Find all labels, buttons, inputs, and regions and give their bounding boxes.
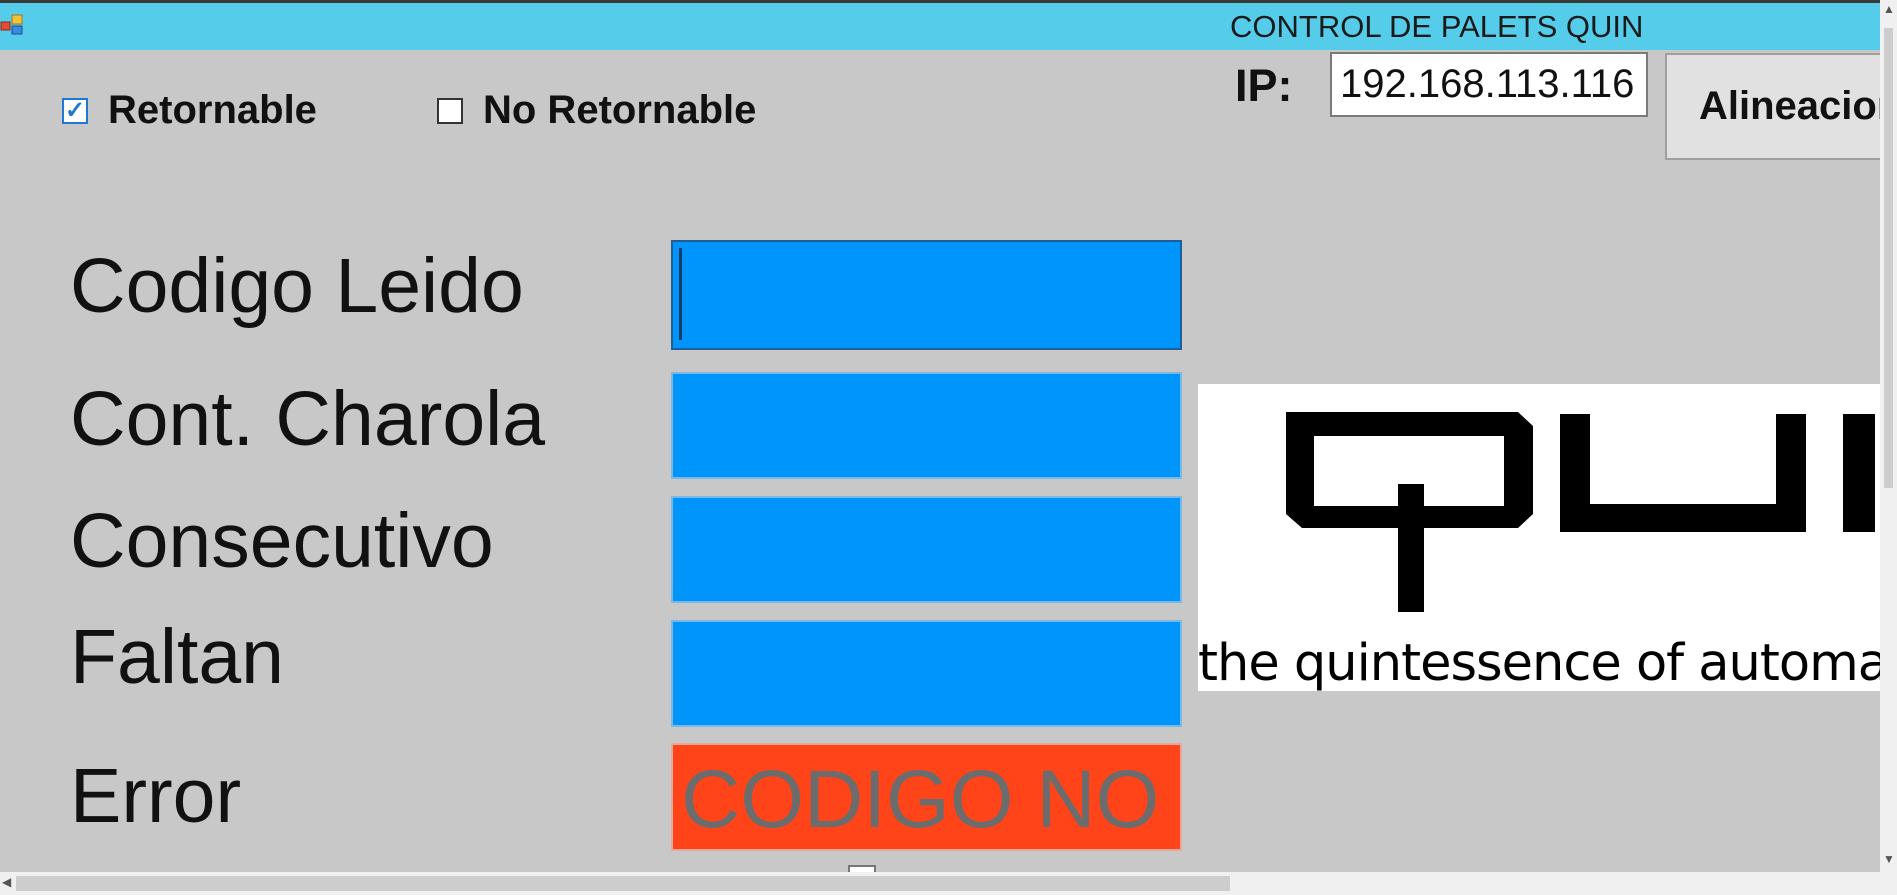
quin-logo: the quintessence of automation — [1198, 384, 1897, 691]
faltan-label: Faltan — [70, 614, 285, 700]
checkbox-unchecked-icon[interactable] — [437, 97, 463, 124]
logo-tagline: the quintessence of automation — [1198, 634, 1897, 691]
ip-label: IP: — [1235, 60, 1293, 111]
vertical-scroll-thumb[interactable] — [1884, 28, 1893, 488]
error-label: Error — [70, 753, 242, 839]
error-field[interactable]: CODIGO NO — [671, 743, 1182, 851]
title-bar: CONTROL DE PALETS QUIN — [0, 0, 1880, 50]
scroll-down-icon[interactable]: ▼ — [1883, 852, 1895, 866]
app-window-icon — [0, 14, 23, 35]
scroll-left-icon[interactable]: ◀ — [2, 875, 11, 889]
error-text: CODIGO NO — [681, 754, 1160, 845]
scroll-up-icon[interactable]: ▲ — [1883, 2, 1895, 16]
scrollbar-corner — [1880, 872, 1897, 895]
consecutivo-label: Consecutivo — [70, 498, 494, 584]
consecutivo-input[interactable] — [671, 496, 1182, 603]
checkbox-checked-icon[interactable]: ✓ — [62, 97, 88, 124]
horizontal-scroll-thumb[interactable] — [16, 876, 1230, 891]
text-caret — [679, 248, 682, 340]
faltan-input[interactable] — [671, 620, 1182, 727]
alineacion-button[interactable]: Alineacion — [1665, 53, 1895, 160]
no-retornable-label: No Retornable — [483, 88, 757, 132]
codigo-leido-label: Codigo Leido — [70, 243, 524, 329]
window-title: CONTROL DE PALETS QUIN — [1230, 9, 1644, 44]
vertical-scrollbar[interactable]: ▲ ▼ — [1880, 0, 1897, 872]
ip-input[interactable] — [1330, 52, 1648, 117]
cont-charola-label: Cont. Charola — [70, 376, 546, 462]
codigo-leido-input[interactable] — [671, 240, 1182, 350]
no-retornable-checkbox[interactable]: No Retornable — [437, 88, 756, 133]
retornable-label: Retornable — [108, 88, 317, 132]
quin-logo-mark — [1286, 412, 1875, 612]
horizontal-scrollbar[interactable]: ◀ — [0, 872, 1880, 895]
cont-charola-input[interactable] — [671, 372, 1182, 479]
retornable-checkbox[interactable]: ✓ Retornable — [62, 88, 317, 133]
